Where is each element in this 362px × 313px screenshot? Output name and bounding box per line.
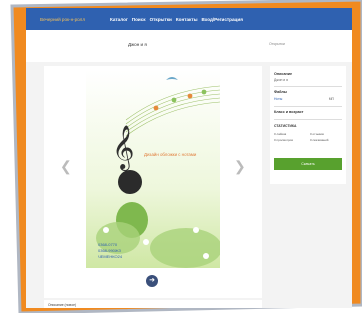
app-screen: Вечерний рок-н-ролл Каталог Поиск Открыт… [26, 8, 352, 308]
files-row: Ноты МП [274, 97, 334, 101]
bottom-text: Описание (новое) [48, 303, 77, 307]
site-logo[interactable]: Вечерний рок-н-ролл [40, 17, 90, 22]
divider [274, 86, 342, 87]
cover-line-3: ЧЕМЕНКО24 [98, 254, 123, 259]
option-4[interactable]: 0 скачиваний [310, 138, 346, 142]
size-label: Класс и возраст [274, 110, 304, 114]
page-title-bar: Джон и я Открытки [26, 30, 352, 62]
divider [274, 106, 342, 107]
option-2[interactable]: 0 отзывов [310, 132, 346, 136]
desc-text: Джон и я [274, 78, 288, 82]
files-label: Файлы [274, 90, 287, 94]
zoom-icon: ➜ [149, 277, 155, 284]
nav-links: Каталог Поиск Открытки Контакты Вход/Рег… [110, 17, 243, 22]
files-link[interactable]: Ноты [274, 97, 282, 101]
page-title: Джон и я [128, 42, 147, 47]
nav-login[interactable]: Вход/Регистрация [202, 17, 243, 22]
options-label: СТАТИСТИКА [274, 124, 297, 128]
nav-postcards[interactable]: Открытки [150, 17, 172, 22]
zoom-button[interactable]: ➜ [146, 275, 158, 287]
option-1[interactable]: 0 лайков [274, 132, 310, 136]
option-3[interactable]: 0 просмотров [274, 138, 310, 142]
svg-text:𝄞: 𝄞 [112, 125, 134, 171]
next-arrow-icon[interactable]: ❯ [234, 158, 246, 175]
navbar: Вечерний рок-н-ролл Каталог Поиск Открыт… [26, 8, 352, 30]
nav-search[interactable]: Поиск [132, 17, 146, 22]
download-button[interactable]: Скачать [274, 158, 342, 170]
cover-image: 𝄞 Дизайн обложки с нотами 0368-0770 0368… [86, 70, 220, 268]
cover-headline: Дизайн обложки с нотами [144, 152, 197, 157]
cover-line-2: 0368-990ЖЗ [98, 248, 122, 253]
files-value: МП [328, 97, 334, 101]
nav-catalog[interactable]: Каталог [110, 17, 128, 22]
prev-arrow-icon[interactable]: ❮ [60, 158, 72, 175]
breadcrumb[interactable]: Открытки [269, 42, 285, 46]
divider [274, 119, 342, 120]
nav-contacts[interactable]: Контакты [176, 17, 198, 22]
gallery-panel: ❮ 𝄞 Дизайн обложки с нотами 0368-0770 03… [44, 66, 262, 298]
cover-line-1: 0368-0770 [98, 242, 118, 247]
desc-label: Описание [274, 72, 293, 76]
options-group: 0 лайков 0 отзывов 0 просмотров 0 скачив… [274, 132, 346, 144]
info-panel: Описание Джон и я Файлы Ноты МП Класс и … [270, 66, 346, 184]
bottom-strip: Описание (новое) [44, 300, 262, 308]
